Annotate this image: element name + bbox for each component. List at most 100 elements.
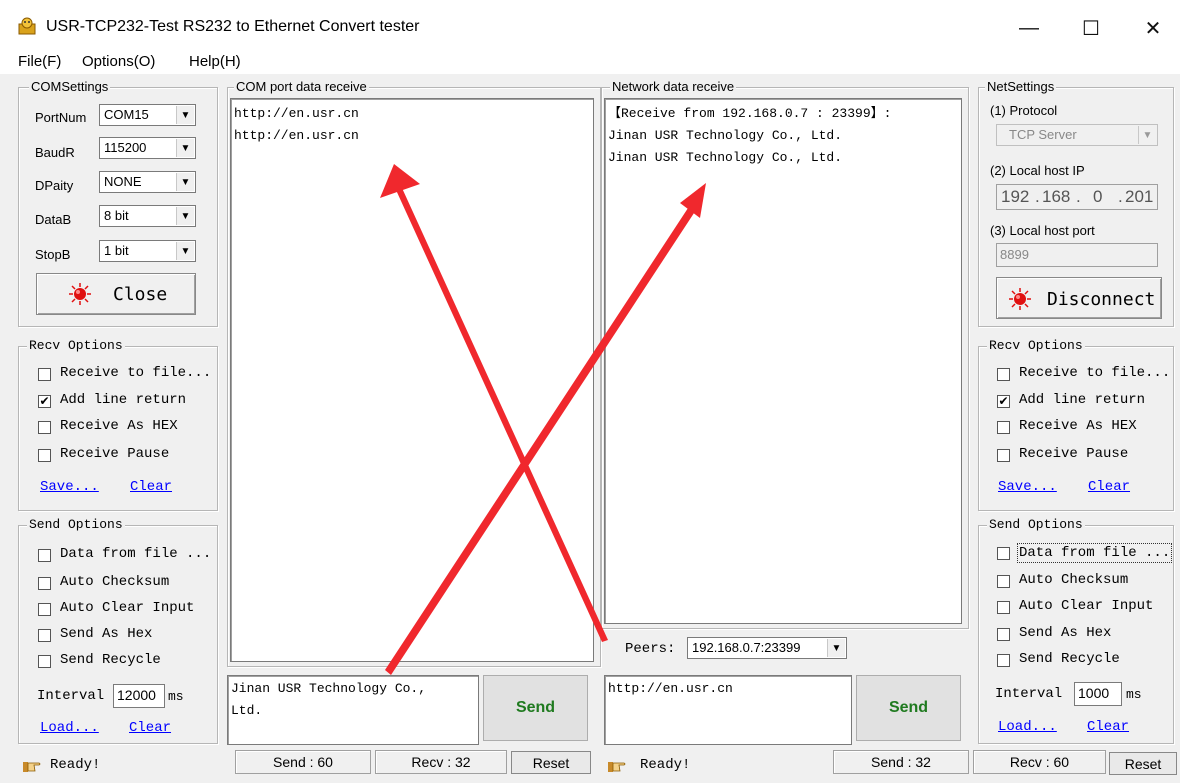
peers-label: Peers: [625, 641, 676, 657]
com-settings-title: COMSettings [29, 79, 111, 94]
right-send-hex-checkbox[interactable] [997, 628, 1010, 641]
left-interval-input[interactable]: 12000 [113, 684, 165, 708]
right-send-count: Send : 32 [833, 750, 969, 774]
right-recv-file-label: Receive to file... [1019, 365, 1171, 381]
menu-file[interactable]: File(F) [18, 53, 61, 70]
datab-value: 8 bit [104, 208, 129, 223]
net-receive-textarea[interactable]: 【Receive from 192.168.0.7 : 23399】: Jina… [604, 98, 962, 624]
com-receive-line: http://en.usr.cn [234, 106, 359, 121]
left-recv-pause-checkbox[interactable] [38, 449, 51, 462]
net-receive-title: Network data receive [610, 79, 737, 94]
dparity-label: DPaity [35, 178, 74, 193]
left-send-hex-label: Send As Hex [60, 626, 153, 642]
right-recv-clear-link[interactable]: Clear [1088, 479, 1130, 495]
right-recv-pause-label: Receive Pause [1019, 446, 1129, 462]
right-auto-clear-checkbox[interactable] [997, 601, 1010, 614]
net-send-button[interactable]: Send [856, 675, 961, 741]
left-add-line-return-checkbox[interactable]: ✔ [38, 395, 51, 408]
local-port-input[interactable]: 8899 [996, 243, 1158, 267]
right-send-file-label: Data from file ... [1017, 543, 1173, 563]
ip-octet-1: 192 [1001, 187, 1030, 206]
chevron-down-icon: ▼ [176, 173, 194, 191]
com-send-line: Ltd. [231, 703, 263, 718]
left-recv-pause-label: Receive Pause [60, 446, 170, 462]
local-ip-input[interactable]: 192 . 168 . 0 . 201 [996, 184, 1158, 210]
com-receive-textarea[interactable]: http://en.usr.cn http://en.usr.cn [230, 98, 594, 662]
right-send-recycle-checkbox[interactable] [997, 654, 1010, 667]
local-ip-label: (2) Local host IP [990, 163, 1085, 178]
right-auto-checksum-label: Auto Checksum [1019, 572, 1129, 588]
portnum-select[interactable]: COM15 ▼ [99, 104, 196, 126]
left-recv-count: Recv : 32 [375, 750, 507, 774]
left-send-file-checkbox[interactable] [38, 549, 51, 562]
pointing-hand-icon [23, 762, 41, 772]
right-auto-checksum-checkbox[interactable] [997, 575, 1010, 588]
left-send-options-title: Send Options [27, 517, 125, 532]
left-recv-options-title: Recv Options [27, 338, 125, 353]
menu-bar: File(F) Options(O) Help(H) [0, 52, 1180, 74]
app-icon [18, 17, 36, 35]
chevron-down-icon: ▼ [176, 139, 194, 157]
right-add-line-return-checkbox[interactable]: ✔ [997, 395, 1010, 408]
com-close-button[interactable]: Close [36, 273, 196, 315]
com-receive-line: http://en.usr.cn [234, 128, 359, 143]
status-led-icon [69, 283, 91, 305]
net-settings-title: NetSettings [985, 79, 1057, 94]
right-recv-save-link[interactable]: Save... [998, 479, 1057, 495]
left-recv-file-label: Receive to file... [60, 365, 212, 381]
net-receive-line: Jinan USR Technology Co., Ltd. [608, 128, 843, 143]
protocol-select[interactable]: TCP Server ▼ [996, 124, 1158, 146]
net-send-input[interactable]: http://en.usr.cn [604, 675, 852, 745]
disconnect-button[interactable]: Disconnect [996, 277, 1162, 319]
chevron-down-icon: ▼ [176, 207, 194, 225]
left-send-recycle-label: Send Recycle [60, 652, 161, 668]
left-send-clear-link[interactable]: Clear [129, 720, 171, 736]
right-send-load-link[interactable]: Load... [998, 719, 1057, 735]
left-auto-checksum-checkbox[interactable] [38, 577, 51, 590]
maximize-button[interactable]: ☐ [1068, 8, 1114, 48]
close-window-button[interactable]: ✕ [1130, 8, 1176, 48]
baudr-select[interactable]: 115200 ▼ [99, 137, 196, 159]
com-send-input[interactable]: Jinan USR Technology Co., Ltd. [227, 675, 479, 745]
right-interval-input[interactable]: 1000 [1074, 682, 1122, 706]
com-close-label: Close [113, 284, 168, 305]
ip-octet-3: 0 [1093, 187, 1103, 206]
net-receive-line: 【Receive from 192.168.0.7 : 23399】: [608, 106, 892, 121]
ip-octet-4: 201 [1125, 187, 1154, 206]
left-interval-unit: ms [168, 689, 184, 704]
left-send-file-label: Data from file ... [60, 546, 212, 562]
right-recv-pause-checkbox[interactable] [997, 449, 1010, 462]
local-port-label: (3) Local host port [990, 223, 1095, 238]
right-send-recycle-label: Send Recycle [1019, 651, 1120, 667]
right-status-ready: Ready! [640, 757, 691, 773]
datab-select[interactable]: 8 bit ▼ [99, 205, 196, 227]
right-recv-file-checkbox[interactable] [997, 368, 1010, 381]
menu-help[interactable]: Help(H) [189, 53, 241, 70]
portnum-value: COM15 [104, 107, 149, 122]
left-send-hex-checkbox[interactable] [38, 629, 51, 642]
left-send-recycle-checkbox[interactable] [38, 655, 51, 668]
minimize-button[interactable]: — [1006, 8, 1052, 48]
stopb-select[interactable]: 1 bit ▼ [99, 240, 196, 262]
left-auto-clear-checkbox[interactable] [38, 603, 51, 616]
net-send-line: http://en.usr.cn [608, 681, 733, 696]
menu-options[interactable]: Options(O) [82, 53, 155, 70]
left-recv-clear-link[interactable]: Clear [130, 479, 172, 495]
left-interval-label: Interval [37, 688, 105, 704]
left-recv-hex-label: Receive As HEX [60, 418, 178, 434]
right-send-file-checkbox[interactable] [997, 547, 1010, 560]
left-status-ready: Ready! [50, 757, 101, 773]
peers-select[interactable]: 192.168.0.7:23399 ▼ [687, 637, 847, 659]
left-recv-file-checkbox[interactable] [38, 368, 51, 381]
com-send-button[interactable]: Send [483, 675, 588, 741]
disconnect-label: Disconnect [1047, 289, 1156, 310]
left-send-load-link[interactable]: Load... [40, 720, 99, 736]
left-recv-hex-checkbox[interactable] [38, 421, 51, 434]
right-recv-hex-checkbox[interactable] [997, 421, 1010, 434]
left-recv-save-link[interactable]: Save... [40, 479, 99, 495]
dparity-select[interactable]: NONE ▼ [99, 171, 196, 193]
protocol-label: (1) Protocol [990, 103, 1058, 118]
right-send-clear-link[interactable]: Clear [1087, 719, 1129, 735]
right-reset-button[interactable]: Reset [1109, 752, 1177, 775]
left-reset-button[interactable]: Reset [511, 751, 591, 774]
